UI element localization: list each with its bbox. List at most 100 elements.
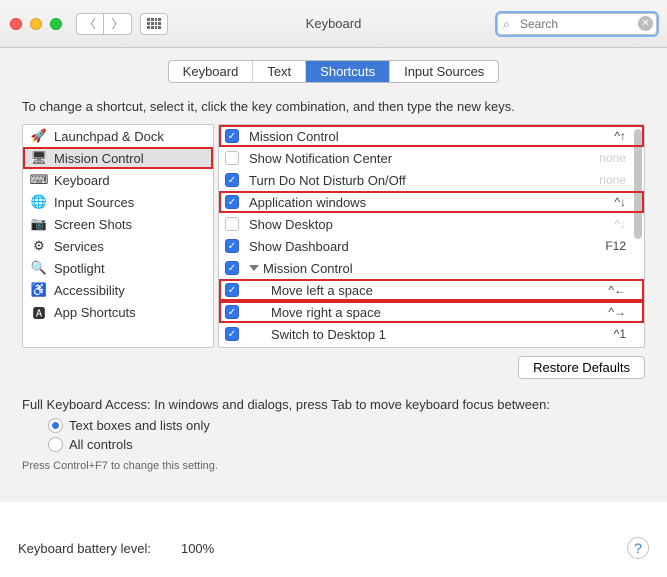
tab-bar: Keyboard Text Shortcuts Input Sources: [18, 60, 649, 83]
shortcut-row[interactable]: ✓ Application windows ^↓: [219, 191, 644, 213]
shortcut-label: Application windows: [249, 195, 590, 210]
nav-buttons: 〈 〉: [76, 13, 132, 35]
sidebar-item-mission-control[interactable]: 🖥 Mission Control: [23, 147, 213, 169]
tab-text[interactable]: Text: [253, 61, 306, 82]
checkbox[interactable]: [225, 217, 239, 231]
shortcut-row[interactable]: ✓ Show Dashboard F12: [219, 235, 644, 257]
sidebar-item-spotlight[interactable]: 🔍 Spotlight: [23, 257, 213, 279]
sidebar-item-label: Accessibility: [54, 283, 125, 298]
clear-search-icon[interactable]: ✕: [638, 16, 653, 31]
checkbox[interactable]: ✓: [225, 327, 239, 341]
input-sources-icon: 🌐: [31, 194, 47, 210]
checkbox[interactable]: ✓: [225, 173, 239, 187]
shortcut-row[interactable]: ✓ Turn Do Not Disturb On/Off none: [219, 169, 644, 191]
restore-defaults-button[interactable]: Restore Defaults: [518, 356, 645, 379]
radio-label: All controls: [69, 437, 133, 452]
shortcut-label: Mission Control: [263, 261, 626, 276]
sidebar-item-label: Keyboard: [54, 173, 110, 188]
screenshot-icon: 📷: [31, 216, 47, 232]
sidebar-item-label: Input Sources: [54, 195, 134, 210]
checkbox[interactable]: ✓: [225, 305, 239, 319]
panels: 🚀 Launchpad & Dock 🖥 Mission Control ⌨ K…: [22, 124, 645, 348]
sidebar-item-label: App Shortcuts: [54, 305, 136, 320]
radio-button[interactable]: [48, 437, 63, 452]
shortcut-row[interactable]: ✓ Move right a space ^→: [219, 301, 644, 323]
shortcut-label: Move right a space: [249, 305, 590, 320]
services-icon: ⚙: [31, 238, 47, 254]
radio-button[interactable]: [48, 418, 63, 433]
tab-input-sources[interactable]: Input Sources: [390, 61, 498, 82]
shortcut-row[interactable]: ✓ Switch to Desktop 2 ^2: [219, 345, 644, 348]
sidebar-item-accessibility[interactable]: ♿ Accessibility: [23, 279, 213, 301]
shortcut-key[interactable]: ^←: [590, 283, 626, 297]
sidebar-item-label: Services: [54, 239, 104, 254]
shortcut-key[interactable]: ^↓: [590, 195, 626, 209]
disclosure-triangle-icon[interactable]: [249, 265, 259, 271]
checkbox[interactable]: ✓: [225, 261, 239, 275]
shortcut-key[interactable]: none: [590, 173, 626, 187]
shortcut-label: Show Desktop: [249, 217, 590, 232]
restore-wrap: Restore Defaults: [18, 356, 645, 379]
fka-text: Full Keyboard Access: In windows and dia…: [22, 397, 645, 412]
help-button[interactable]: ?: [627, 537, 649, 559]
checkbox[interactable]: ✓: [225, 195, 239, 209]
sidebar-item-label: Mission Control: [54, 151, 144, 166]
fka-radio-group: Text boxes and lists only All controls: [48, 418, 649, 452]
shortcut-label: Move left a space: [249, 283, 590, 298]
checkbox[interactable]: ✓: [225, 239, 239, 253]
shortcut-key[interactable]: F12: [590, 239, 626, 253]
sidebar-item-screen-shots[interactable]: 📷 Screen Shots: [23, 213, 213, 235]
search-icon: ⌕: [503, 17, 510, 32]
shortcut-key[interactable]: ^→: [590, 305, 626, 319]
search-input[interactable]: [497, 13, 657, 35]
shortcut-key[interactable]: ^↓: [590, 217, 626, 231]
tab-keyboard[interactable]: Keyboard: [169, 61, 254, 82]
search-field-wrap: ⌕ ✕: [497, 13, 657, 35]
sidebar-item-app-shortcuts[interactable]: 🅰 App Shortcuts: [23, 301, 213, 323]
shortcut-row[interactable]: Show Notification Center none: [219, 147, 644, 169]
minimize-icon[interactable]: [30, 18, 42, 30]
shortcut-row[interactable]: ✓ Move left a space ^←: [219, 279, 644, 301]
shortcut-key[interactable]: none: [590, 151, 626, 165]
shortcut-label: Show Notification Center: [249, 151, 590, 166]
sidebar-item-label: Launchpad & Dock: [54, 129, 164, 144]
back-button[interactable]: 〈: [76, 13, 104, 35]
hint-text: Press Control+F7 to change this setting.: [22, 460, 645, 472]
sidebar-item-label: Screen Shots: [54, 217, 132, 232]
shortcut-label: Switch to Desktop 1: [249, 327, 590, 342]
forward-button[interactable]: 〉: [104, 13, 132, 35]
sidebar-item-services[interactable]: ⚙ Services: [23, 235, 213, 257]
sidebar-item-input-sources[interactable]: 🌐 Input Sources: [23, 191, 213, 213]
tab-shortcuts[interactable]: Shortcuts: [306, 61, 390, 82]
checkbox[interactable]: ✓: [225, 283, 239, 297]
shortcut-row[interactable]: ✓ Mission Control ^↑: [219, 125, 644, 147]
show-all-button[interactable]: [140, 13, 168, 35]
help-icon: ?: [634, 540, 642, 556]
spotlight-icon: 🔍: [31, 260, 47, 276]
radio-all-controls[interactable]: All controls: [48, 437, 649, 452]
category-sidebar[interactable]: 🚀 Launchpad & Dock 🖥 Mission Control ⌨ K…: [22, 124, 214, 348]
radio-text-boxes[interactable]: Text boxes and lists only: [48, 418, 649, 433]
sidebar-item-label: Spotlight: [54, 261, 105, 276]
instruction-text: To change a shortcut, select it, click t…: [22, 99, 645, 114]
shortcut-row[interactable]: Show Desktop ^↓: [219, 213, 644, 235]
app-shortcuts-icon: 🅰: [31, 304, 47, 320]
shortcut-row[interactable]: ✓ Switch to Desktop 1 ^1: [219, 323, 644, 345]
shortcut-key[interactable]: ^1: [590, 327, 626, 341]
grid-icon: [147, 18, 161, 30]
keyboard-icon: ⌨: [31, 172, 47, 188]
shortcut-list[interactable]: ✓ Mission Control ^↑ Show Notification C…: [218, 124, 645, 348]
shortcut-key[interactable]: ^↑: [590, 129, 626, 143]
battery-label: Keyboard battery level:: [18, 541, 151, 556]
zoom-icon[interactable]: [50, 18, 62, 30]
checkbox[interactable]: [225, 151, 239, 165]
sidebar-item-launchpad[interactable]: 🚀 Launchpad & Dock: [23, 125, 213, 147]
sidebar-item-keyboard[interactable]: ⌨ Keyboard: [23, 169, 213, 191]
footer: Keyboard battery level: 100% ?: [0, 533, 667, 577]
shortcut-group-row[interactable]: ✓ Mission Control: [219, 257, 644, 279]
checkbox[interactable]: ✓: [225, 129, 239, 143]
shortcut-label: Mission Control: [249, 129, 590, 144]
close-icon[interactable]: [10, 18, 22, 30]
radio-label: Text boxes and lists only: [69, 418, 210, 433]
launchpad-icon: 🚀: [31, 128, 47, 144]
